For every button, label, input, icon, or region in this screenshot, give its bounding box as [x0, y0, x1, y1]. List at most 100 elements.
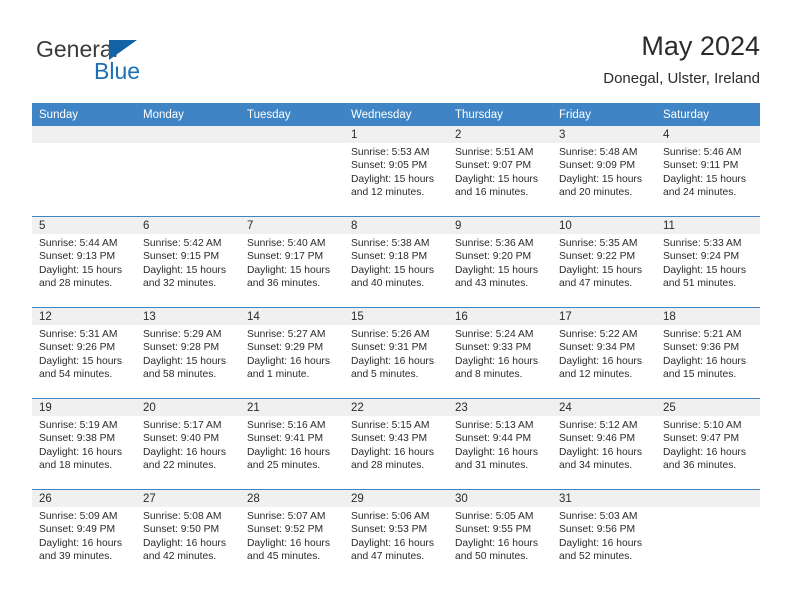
sunrise-text: Sunrise: 5:24 AM	[455, 329, 534, 340]
calendar-day-cell[interactable]: 18 Sunrise: 5:21 AM Sunset: 9:36 PM Dayligh…	[656, 307, 760, 399]
sun-info: Sunrise: 5:35 AM Sunset: 9:22 PM Daylight:…	[552, 234, 656, 291]
logo-text-blue: Blue	[94, 58, 141, 84]
day-9: 9 Sunrise: 5:36 AM Sunset: 9:20 PM Daylight…	[448, 217, 552, 307]
sunset-text: Sunset: 9:38 PM	[39, 433, 116, 445]
sunset-text: Sunset: 9:53 PM	[351, 524, 428, 536]
empty-day	[656, 490, 760, 580]
calendar-day-cell[interactable]: 15 Sunrise: 5:26 AM Sunset: 9:31 PM Dayligh…	[344, 307, 448, 399]
day-8: 8 Sunrise: 5:38 AM Sunset: 9:18 PM Daylight…	[344, 217, 448, 307]
empty-day	[240, 126, 344, 216]
calendar-day-cell[interactable]	[240, 126, 344, 217]
calendar-day-cell[interactable]: 28 Sunrise: 5:07 AM Sunset: 9:52 PM Dayligh…	[240, 489, 344, 580]
day-number: 2	[448, 126, 552, 143]
day-number: 16	[448, 308, 552, 325]
daylight-text-line1: Daylight: 15 hours	[455, 264, 538, 276]
daylight-text-line2: and 54 minutes.	[39, 369, 113, 381]
daylight-text-line2: and 43 minutes.	[455, 278, 529, 290]
calendar-day-cell[interactable]: 13 Sunrise: 5:29 AM Sunset: 9:28 PM Dayligh…	[136, 307, 240, 399]
day-number: 18	[656, 308, 760, 325]
sunrise-text: Sunrise: 5:35 AM	[559, 238, 638, 249]
calendar-day-cell[interactable]: 19 Sunrise: 5:19 AM Sunset: 9:38 PM Dayligh…	[32, 398, 136, 490]
sun-info: Sunrise: 5:22 AM Sunset: 9:34 PM Daylight:…	[552, 325, 656, 382]
calendar-day-cell[interactable]	[32, 126, 136, 217]
calendar-day-cell[interactable]: 23 Sunrise: 5:13 AM Sunset: 9:44 PM Dayligh…	[448, 398, 552, 490]
day-header-thursday: Thursday	[448, 103, 552, 126]
sunset-text: Sunset: 9:41 PM	[247, 433, 324, 445]
calendar-day-cell[interactable]: 7 Sunrise: 5:40 AM Sunset: 9:17 PM Daylight…	[240, 216, 344, 308]
sunset-text: Sunset: 9:26 PM	[39, 342, 116, 354]
calendar-day-cell[interactable]: 29 Sunrise: 5:06 AM Sunset: 9:53 PM Dayligh…	[344, 489, 448, 580]
calendar-day-cell[interactable]: 3 Sunrise: 5:48 AM Sunset: 9:09 PM Daylight…	[552, 126, 656, 217]
day-number: 27	[136, 490, 240, 507]
calendar-day-cell[interactable]: 12 Sunrise: 5:31 AM Sunset: 9:26 PM Dayligh…	[32, 307, 136, 399]
sunrise-text: Sunrise: 5:17 AM	[143, 420, 222, 431]
day-number: 20	[136, 399, 240, 416]
calendar-day-cell[interactable]: 22 Sunrise: 5:15 AM Sunset: 9:43 PM Dayligh…	[344, 398, 448, 490]
calendar-day-cell[interactable]: 5 Sunrise: 5:44 AM Sunset: 9:13 PM Daylight…	[32, 216, 136, 308]
calendar-day-cell[interactable]: 31 Sunrise: 5:03 AM Sunset: 9:56 PM Dayligh…	[552, 489, 656, 580]
sunrise-text: Sunrise: 5:42 AM	[143, 238, 222, 249]
calendar-day-cell[interactable]: 9 Sunrise: 5:36 AM Sunset: 9:20 PM Daylight…	[448, 216, 552, 308]
day-number: 22	[344, 399, 448, 416]
sunset-text: Sunset: 9:33 PM	[455, 342, 532, 354]
calendar-day-cell[interactable]: 8 Sunrise: 5:38 AM Sunset: 9:18 PM Daylight…	[344, 216, 448, 308]
daylight-text-line2: and 12 minutes.	[351, 187, 425, 199]
sunset-text: Sunset: 9:13 PM	[39, 251, 116, 263]
daylight-text-line1: Daylight: 15 hours	[39, 355, 122, 367]
calendar-day-cell[interactable]: 20 Sunrise: 5:17 AM Sunset: 9:40 PM Dayligh…	[136, 398, 240, 490]
calendar-day-cell[interactable]: 6 Sunrise: 5:42 AM Sunset: 9:15 PM Daylight…	[136, 216, 240, 308]
calendar-day-cell[interactable]: 24 Sunrise: 5:12 AM Sunset: 9:46 PM Dayligh…	[552, 398, 656, 490]
sunrise-sunset-calendar: Sunday Monday Tuesday Wednesday Thursday…	[32, 103, 760, 580]
calendar-day-cell[interactable]: 27 Sunrise: 5:08 AM Sunset: 9:50 PM Dayligh…	[136, 489, 240, 580]
sun-info: Sunrise: 5:53 AM Sunset: 9:05 PM Daylight:…	[344, 143, 448, 200]
day-number: 17	[552, 308, 656, 325]
calendar-day-cell[interactable]: 16 Sunrise: 5:24 AM Sunset: 9:33 PM Dayligh…	[448, 307, 552, 399]
calendar-day-cell[interactable]: 10 Sunrise: 5:35 AM Sunset: 9:22 PM Dayligh…	[552, 216, 656, 308]
calendar-day-cell[interactable]: 30 Sunrise: 5:05 AM Sunset: 9:55 PM Dayligh…	[448, 489, 552, 580]
daylight-text-line2: and 1 minute.	[247, 369, 310, 381]
sun-info: Sunrise: 5:16 AM Sunset: 9:41 PM Daylight:…	[240, 416, 344, 473]
day-2: 2 Sunrise: 5:51 AM Sunset: 9:07 PM Daylight…	[448, 126, 552, 216]
sunset-text: Sunset: 9:24 PM	[663, 251, 740, 263]
calendar-day-cell[interactable]: 14 Sunrise: 5:27 AM Sunset: 9:29 PM Dayligh…	[240, 307, 344, 399]
daylight-text-line1: Daylight: 16 hours	[143, 446, 226, 458]
daylight-text-line1: Daylight: 16 hours	[351, 446, 434, 458]
day-number: 25	[656, 399, 760, 416]
calendar-day-cell[interactable]	[136, 126, 240, 217]
day-number: 1	[344, 126, 448, 143]
calendar-page: General Blue May 2024 Donegal, Ulster, I…	[0, 0, 792, 612]
daylight-text-line1: Daylight: 15 hours	[351, 264, 434, 276]
daylight-text-line1: Daylight: 15 hours	[351, 173, 434, 185]
day-24: 24 Sunrise: 5:12 AM Sunset: 9:46 PM Dayligh…	[552, 399, 656, 489]
calendar-day-cell[interactable]: 11 Sunrise: 5:33 AM Sunset: 9:24 PM Dayligh…	[656, 216, 760, 308]
day-5: 5 Sunrise: 5:44 AM Sunset: 9:13 PM Daylight…	[32, 217, 136, 307]
day-number	[240, 126, 344, 143]
sunrise-text: Sunrise: 5:21 AM	[663, 329, 742, 340]
day-17: 17 Sunrise: 5:22 AM Sunset: 9:34 PM Dayligh…	[552, 308, 656, 398]
sunset-text: Sunset: 9:28 PM	[143, 342, 220, 354]
sunrise-text: Sunrise: 5:16 AM	[247, 420, 326, 431]
daylight-text-line1: Daylight: 16 hours	[351, 355, 434, 367]
general-blue-logo[interactable]: General Blue	[36, 36, 256, 94]
calendar-day-cell[interactable]: 2 Sunrise: 5:51 AM Sunset: 9:07 PM Daylight…	[448, 126, 552, 217]
page-header: General Blue May 2024 Donegal, Ulster, I…	[32, 30, 760, 98]
calendar-day-cell[interactable]: 4 Sunrise: 5:46 AM Sunset: 9:11 PM Daylight…	[656, 126, 760, 217]
day-23: 23 Sunrise: 5:13 AM Sunset: 9:44 PM Dayligh…	[448, 399, 552, 489]
day-number	[32, 126, 136, 143]
sunrise-text: Sunrise: 5:29 AM	[143, 329, 222, 340]
sun-info: Sunrise: 5:09 AM Sunset: 9:49 PM Daylight:…	[32, 507, 136, 564]
day-number: 24	[552, 399, 656, 416]
sunset-text: Sunset: 9:46 PM	[559, 433, 636, 445]
calendar-day-cell[interactable]: 17 Sunrise: 5:22 AM Sunset: 9:34 PM Dayligh…	[552, 307, 656, 399]
calendar-day-cell[interactable]: 25 Sunrise: 5:10 AM Sunset: 9:47 PM Dayligh…	[656, 398, 760, 490]
daylight-text-line2: and 25 minutes.	[247, 460, 321, 472]
daylight-text-line1: Daylight: 16 hours	[455, 446, 538, 458]
sun-info: Sunrise: 5:07 AM Sunset: 9:52 PM Daylight:…	[240, 507, 344, 564]
day-29: 29 Sunrise: 5:06 AM Sunset: 9:53 PM Dayligh…	[344, 490, 448, 580]
calendar-day-cell[interactable]: 21 Sunrise: 5:16 AM Sunset: 9:41 PM Dayligh…	[240, 398, 344, 490]
calendar-day-cell[interactable]	[656, 489, 760, 580]
day-4: 4 Sunrise: 5:46 AM Sunset: 9:11 PM Daylight…	[656, 126, 760, 216]
daylight-text-line2: and 45 minutes.	[247, 551, 321, 563]
calendar-day-cell[interactable]: 1 Sunrise: 5:53 AM Sunset: 9:05 PM Daylight…	[344, 126, 448, 217]
calendar-day-cell[interactable]: 26 Sunrise: 5:09 AM Sunset: 9:49 PM Dayligh…	[32, 489, 136, 580]
